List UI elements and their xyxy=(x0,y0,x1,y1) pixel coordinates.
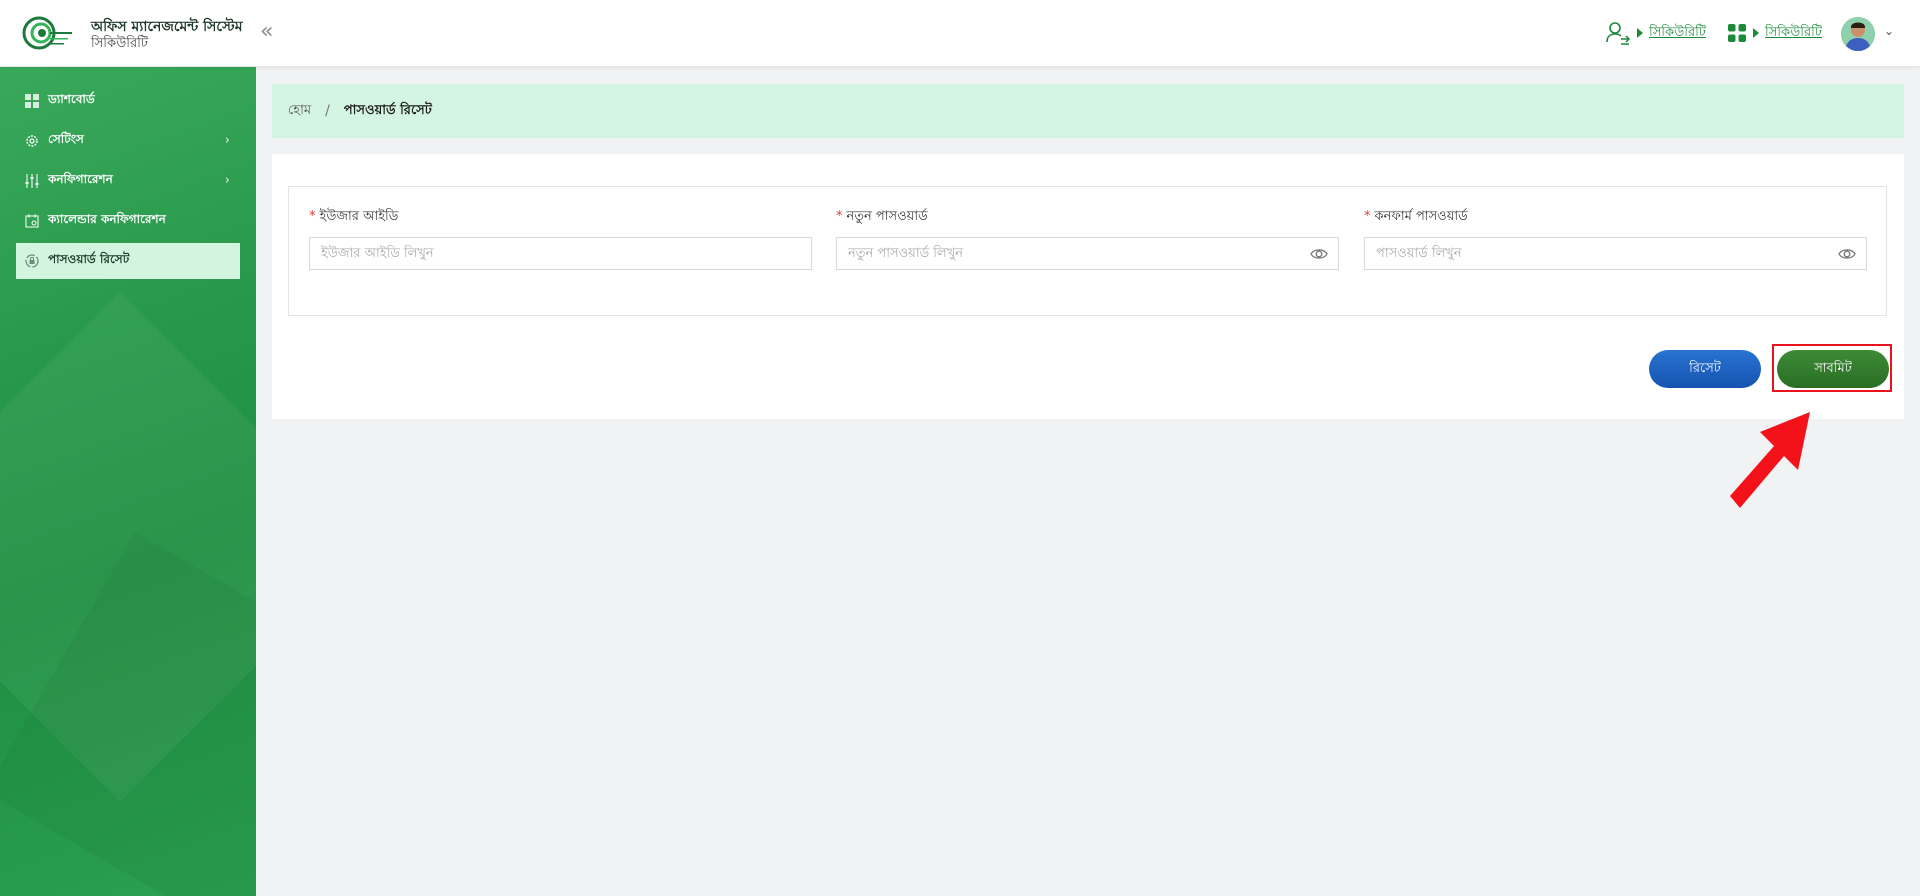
caret-right-icon xyxy=(1637,28,1643,38)
lock-reset-icon xyxy=(24,253,40,269)
sidebar-item-calendar-configuration[interactable]: ক্যালেন্ডার কনফিগারেশন xyxy=(16,203,240,239)
role-switcher[interactable]: সিকিউরিটি xyxy=(1605,20,1706,46)
chevron-right-icon: › xyxy=(224,133,230,148)
user-id-label-text: ইউজার আইডি xyxy=(319,209,399,224)
calendar-icon xyxy=(24,213,40,229)
caret-right-icon xyxy=(1753,28,1759,38)
sidebar-item-password-reset[interactable]: পাসওয়ার্ড রিসেট xyxy=(16,243,240,279)
eye-icon[interactable] xyxy=(1838,246,1856,262)
avatar[interactable] xyxy=(1841,17,1875,51)
sidebar-item-label: পাসওয়ার্ড রিসেট xyxy=(48,252,130,266)
chevron-down-icon[interactable]: ⌄ xyxy=(1884,24,1894,38)
password-reset-form: *ইউজার আইডি *নতুন পাসওয়ার্ড *কনফার্ম পা… xyxy=(288,186,1887,316)
breadcrumb: হোম / পাসওয়ার্ড রিসেট xyxy=(272,84,1904,138)
user-id-input-wrap xyxy=(309,237,812,270)
new-password-label: * নতুন পাসওয়ার্ড xyxy=(836,207,1339,225)
chevron-right-icon: › xyxy=(224,173,230,188)
grid-apps-icon xyxy=(1728,24,1746,42)
new-password-input[interactable] xyxy=(837,238,1338,269)
sidebar-item-label: ড্যাশবোর্ড xyxy=(48,92,95,106)
module-link[interactable]: সিকিউরিটি xyxy=(1765,23,1822,44)
submit-button[interactable]: সাবমিট xyxy=(1777,350,1889,388)
required-mark: * xyxy=(309,209,316,224)
required-mark: * xyxy=(836,209,843,224)
sidebar-item-dashboard[interactable]: ড্যাশবোর্ড xyxy=(16,83,240,119)
sidebar-item-label: ক্যালেন্ডার কনফিগারেশন xyxy=(48,212,166,226)
reset-button[interactable]: রিসেট xyxy=(1649,350,1761,388)
sidebar-item-label: কনফিগারেশন xyxy=(48,172,113,186)
new-password-field: * নতুন পাসওয়ার্ড xyxy=(836,207,1339,270)
module-switcher[interactable]: সিকিউরিটি xyxy=(1727,20,1822,46)
top-header: অফিস ম্যানেজমেন্ট সিস্টেম সিকিউরিটি « সি… xyxy=(0,0,1920,67)
dashboard-icon xyxy=(24,93,40,109)
gear-icon xyxy=(24,133,40,149)
role-link[interactable]: সিকিউরিটি xyxy=(1649,23,1706,44)
password-reset-card: *ইউজার আইডি *নতুন পাসওয়ার্ড *কনফার্ম পা… xyxy=(272,154,1904,419)
breadcrumb-home-link[interactable]: হোম xyxy=(288,101,311,122)
required-mark: * xyxy=(1364,209,1371,224)
confirm-password-label-text: কনফার্ম পাসওয়ার্ড xyxy=(1374,209,1468,224)
breadcrumb-current: পাসওয়ার্ড রিসেট xyxy=(343,102,432,118)
app-subtitle: সিকিউরিটি xyxy=(91,36,148,51)
new-password-label-text: নতুন পাসওয়ার্ড xyxy=(846,209,928,224)
sidebar: ড্যাশবোর্ড সেটিংস › কনফিগারেশন › ক্যালেন… xyxy=(0,67,256,896)
confirm-password-label: * কনফার্ম পাসওয়ার্ড xyxy=(1364,207,1867,225)
breadcrumb-separator: / xyxy=(325,103,330,119)
confirm-password-input[interactable] xyxy=(1365,238,1866,269)
user-id-input[interactable] xyxy=(310,238,811,269)
sidebar-item-configuration[interactable]: কনফিগারেশন › xyxy=(16,163,240,199)
user-id-label: * ইউজার আইডি xyxy=(309,207,812,225)
sidebar-item-settings[interactable]: সেটিংস › xyxy=(16,123,240,159)
authority-logo xyxy=(22,16,72,50)
user-id-field: * ইউজার আইডি xyxy=(309,207,812,270)
sliders-icon xyxy=(24,173,40,189)
sidebar-item-label: সেটিংস xyxy=(48,132,84,146)
new-password-input-wrap xyxy=(836,237,1339,270)
user-switch-icon xyxy=(1606,22,1631,45)
confirm-password-input-wrap xyxy=(1364,237,1867,270)
confirm-password-field: * কনফার্ম পাসওয়ার্ড xyxy=(1364,207,1867,270)
user-avatar-icon xyxy=(1841,17,1875,51)
eye-icon[interactable] xyxy=(1310,246,1328,262)
pointer-arrow-icon xyxy=(1730,412,1810,508)
collapse-sidebar-icon[interactable]: « xyxy=(260,21,280,44)
